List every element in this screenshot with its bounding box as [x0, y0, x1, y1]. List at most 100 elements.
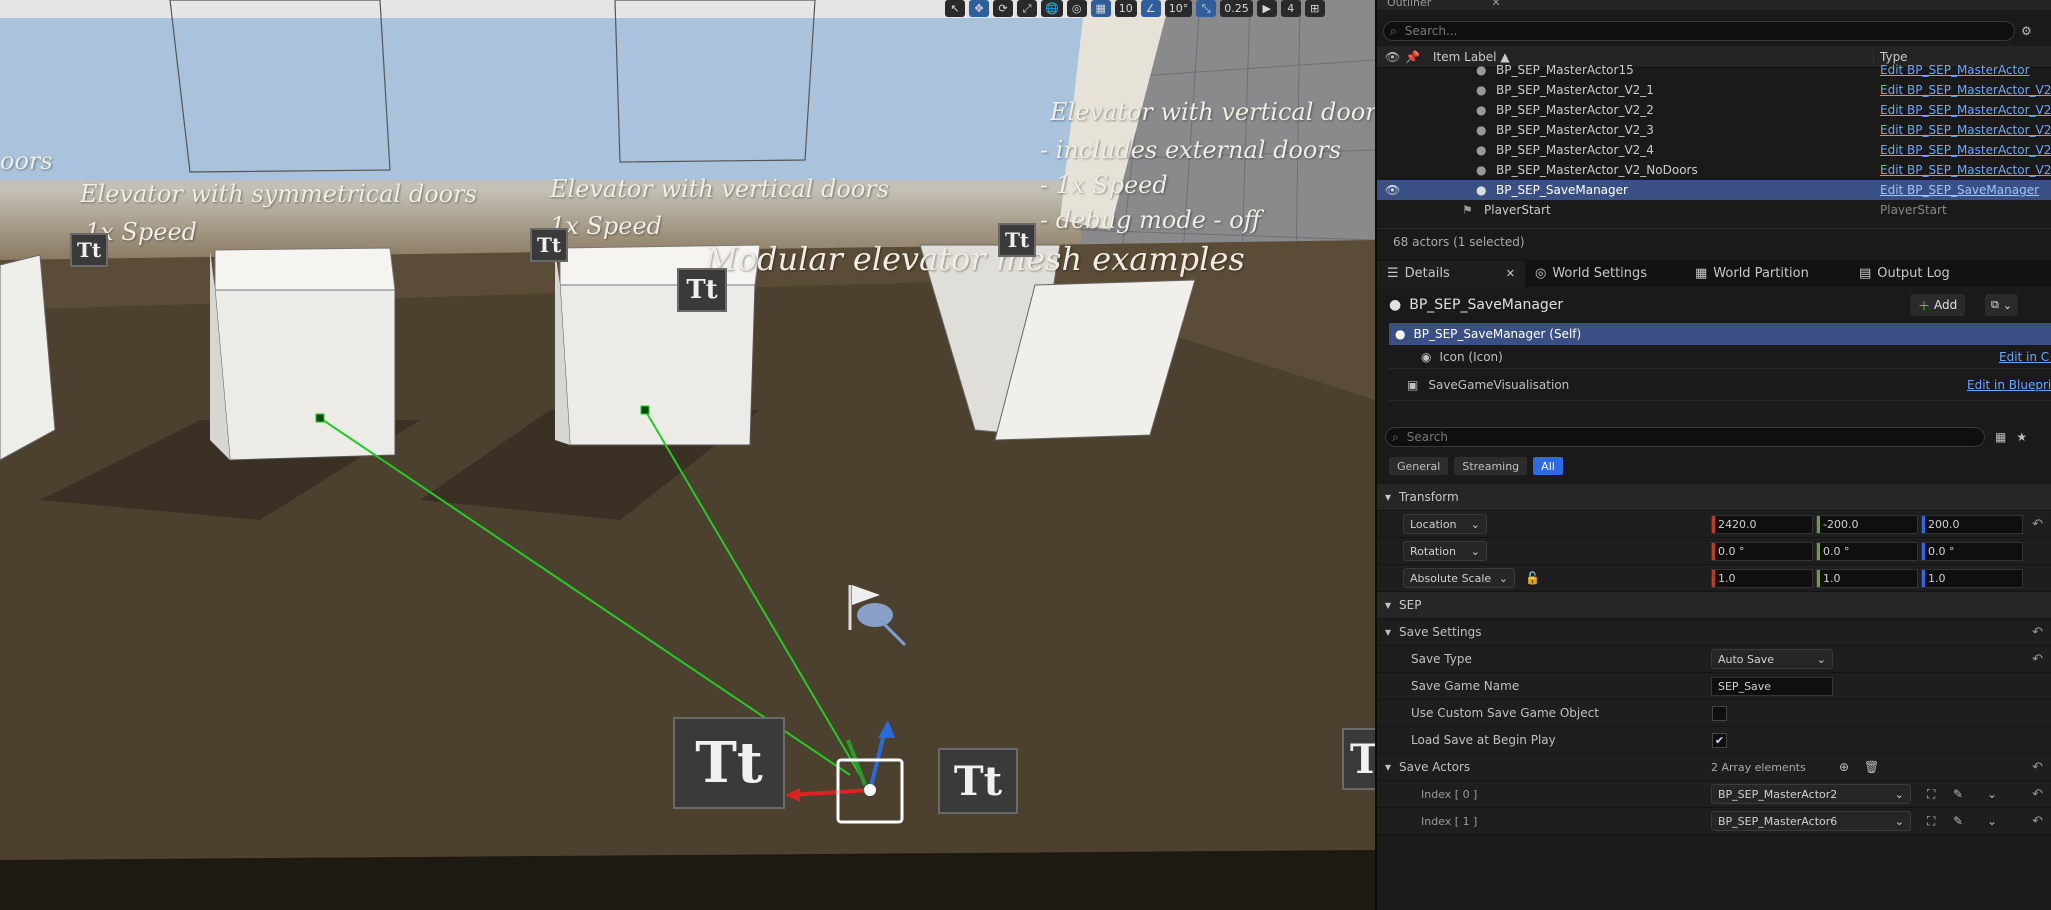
camera-speed-icon[interactable]: ▶ [1256, 0, 1277, 17]
outliner-row-type-link[interactable]: Edit BP_SEP_MasterActor_V2 [1880, 103, 2051, 117]
outliner-row[interactable]: ● BP_SEP_MasterActor15 Edit BP_SEP_Maste… [1377, 60, 2051, 80]
transform-section[interactable]: ▾ Transform [1377, 484, 2051, 511]
scale-dropdown[interactable]: Absolute Scale ⌄ [1403, 568, 1515, 588]
scale-x-field[interactable]: 1.0 [1711, 568, 1813, 588]
outliner-close-icon[interactable]: ✕ [1491, 0, 1500, 9]
outliner-search[interactable]: ⌕ Search... [1383, 21, 2015, 41]
save-actors-header[interactable]: ▾ Save Actors 2 Array elements ⊕ 🗑 ↶ [1377, 754, 2051, 781]
filter-streaming[interactable]: Streaming [1454, 457, 1528, 475]
text-render-icon-5[interactable]: Tt [673, 717, 785, 809]
outliner-row-type-link[interactable]: Edit BP_SEP_SaveManager [1880, 183, 2039, 197]
save-type-dropdown[interactable]: Auto Save ⌄ [1711, 649, 1833, 669]
rotation-z-field[interactable]: 0.0 ° [1921, 541, 2023, 561]
add-component-button[interactable]: ＋ Add [1910, 294, 1966, 316]
outliner-row-type-link[interactable]: Edit BP_SEP_MasterActor_V2 [1880, 123, 2051, 137]
save-actor-1-dropdown[interactable]: BP_SEP_MasterActor6 ⌄ [1711, 811, 1911, 831]
rotation-snap-toggle[interactable]: ∠ [1140, 0, 1161, 17]
outliner-row[interactable]: ● BP_SEP_MasterActor_V2_3 Edit BP_SEP_Ma… [1377, 120, 2051, 140]
rotation-dropdown[interactable]: Rotation ⌄ [1403, 541, 1487, 561]
browse-icon[interactable]: ⛶ [1927, 814, 1935, 829]
chevron-down-icon: ▾ [1385, 598, 1392, 612]
text-render-icon-7[interactable]: Tt [1342, 728, 1375, 790]
settings-gear-icon[interactable]: ⚙ [2021, 24, 2032, 38]
save-game-name-input[interactable]: SEP_Save [1711, 676, 1833, 696]
tab-world-settings[interactable]: ◎ World Settings [1525, 261, 1685, 287]
outliner-row[interactable]: ⚑ PlayerStart PlayerStart [1377, 200, 2051, 215]
rotation-snap-value[interactable]: 10° [1164, 0, 1193, 17]
outliner-row-type-link[interactable]: Edit BP_SEP_MasterActor_V2 [1880, 163, 2051, 177]
edit-in-cpp-link[interactable]: Edit in C++ [1999, 350, 2051, 364]
add-element-icon[interactable]: ⊕ [1839, 760, 1849, 774]
grid-snap-toggle[interactable]: ▦ [1090, 0, 1111, 17]
component-row-icon[interactable]: ◉ Icon (Icon) Edit in C++ [1389, 345, 2051, 369]
trash-icon[interactable]: 🗑 [1864, 760, 1879, 774]
chevron-down-icon: ⌄ [2002, 298, 2013, 312]
filter-general[interactable]: General [1389, 457, 1449, 475]
scale-snap-toggle[interactable]: ⤡ [1196, 0, 1217, 17]
scale-z-field[interactable]: 1.0 [1921, 568, 2023, 588]
custom-save-object-checkbox[interactable] [1712, 705, 1727, 721]
rotate-mode-button[interactable]: ⟳ [993, 0, 1013, 17]
location-dropdown[interactable]: Location ⌄ [1403, 514, 1487, 534]
text-render-icon-6[interactable]: Tt [938, 748, 1018, 814]
reset-icon[interactable]: ↶ [2032, 814, 2043, 829]
location-y-field[interactable]: -200.0 [1816, 514, 1918, 534]
text-render-icon-1[interactable]: Tt [70, 233, 108, 267]
save-actor-0-dropdown[interactable]: BP_SEP_MasterActor2 ⌄ [1711, 784, 1911, 804]
tab-details[interactable]: ☰ Details ✕ [1377, 260, 1525, 287]
tab-output-log[interactable]: ▤ Output Log [1849, 261, 1960, 287]
text-render-icon-3[interactable]: Tt [677, 268, 727, 312]
reset-icon[interactable]: ↶ [2032, 652, 2043, 667]
grid-snap-value[interactable]: 10 [1114, 0, 1137, 17]
close-icon[interactable]: ✕ [1506, 267, 1515, 280]
select-mode-button[interactable]: ↖ [945, 0, 965, 17]
reset-icon[interactable]: ↶ [2032, 625, 2043, 640]
outliner-row[interactable]: ● BP_SEP_MasterActor_V2_4 Edit BP_SEP_Ma… [1377, 140, 2051, 160]
camera-speed-value[interactable]: 4 [1280, 0, 1301, 17]
visibility-eye-icon[interactable]: 👁 [1377, 183, 1476, 197]
eyedropper-icon[interactable]: ✎ [1953, 787, 1963, 801]
sep-section[interactable]: ▾ SEP [1377, 592, 2051, 619]
scale-mode-button[interactable]: ⤢ [1017, 0, 1037, 17]
reset-icon[interactable]: ↶ [2032, 787, 2043, 802]
reset-icon[interactable]: ↶ [2032, 517, 2043, 532]
rotation-x-field[interactable]: 0.0 ° [1711, 541, 1813, 561]
chevron-down-icon[interactable]: ⌄ [1987, 787, 1997, 801]
star-icon[interactable]: ★ [2016, 430, 2027, 444]
outliner-row-selected[interactable]: 👁 ● BP_SEP_SaveManager Edit BP_SEP_SaveM… [1377, 180, 2051, 200]
level-viewport[interactable]: ↖ ✥ ⟳ ⤢ 🌐 ◎ ▦ 10 ∠ 10° ⤡ 0.25 ▶ 4 ⊞ oors… [0, 0, 1375, 910]
scale-snap-value[interactable]: 0.25 [1220, 0, 1253, 17]
eyedropper-icon[interactable]: ✎ [1953, 814, 1963, 828]
layout-icon[interactable]: ⊞ [1304, 0, 1325, 17]
outliner-row-type-link[interactable]: Edit BP_SEP_MasterActor_V2 [1880, 83, 2051, 97]
lock-icon[interactable]: 🔓 [1525, 571, 1540, 585]
chevron-down-icon[interactable]: ⌄ [1987, 814, 1997, 828]
location-x-field[interactable]: 2420.0 [1711, 514, 1813, 534]
text-render-icon-2[interactable]: Tt [530, 228, 568, 262]
load-save-checkbox[interactable]: ✔ [1712, 732, 1727, 748]
outliner-row-type-link[interactable]: Edit BP_SEP_MasterActor_V2 [1880, 143, 2051, 157]
table-view-icon[interactable]: ▦ [1995, 430, 2006, 444]
translate-mode-button[interactable]: ✥ [969, 0, 989, 17]
world-local-toggle[interactable]: 🌐 [1041, 0, 1063, 17]
outliner-row-type-link[interactable]: Edit BP_SEP_MasterActor [1880, 63, 2030, 77]
load-save-row: Load Save at Begin Play ✔ [1377, 727, 2051, 754]
component-row-self[interactable]: ● BP_SEP_SaveManager (Self) [1389, 323, 2051, 345]
component-row-savegame[interactable]: ▣ SaveGameVisualisation Edit in Blueprin… [1389, 369, 2051, 401]
surface-snap-button[interactable]: ◎ [1066, 0, 1087, 17]
outliner-row[interactable]: ● BP_SEP_MasterActor_V2_2 Edit BP_SEP_Ma… [1377, 100, 2051, 120]
location-z-field[interactable]: 200.0 [1921, 514, 2023, 534]
outliner-row[interactable]: ● BP_SEP_MasterActor_V2_NoDoors Edit BP_… [1377, 160, 2051, 180]
reset-icon[interactable]: ↶ [2032, 760, 2043, 775]
text-render-icon-4[interactable]: Tt [998, 223, 1036, 257]
edit-in-blueprint-link[interactable]: Edit in Blueprint [1967, 378, 2051, 392]
outliner-row[interactable]: ● BP_SEP_MasterActor_V2_1 Edit BP_SEP_Ma… [1377, 80, 2051, 100]
filter-all[interactable]: All [1533, 457, 1563, 475]
rotation-y-field[interactable]: 0.0 ° [1816, 541, 1918, 561]
blueprint-options-button[interactable]: ⧉ ⌄ [1985, 294, 2019, 316]
details-search[interactable]: ⌕ Search [1385, 427, 1985, 447]
browse-icon[interactable]: ⛶ [1927, 787, 1935, 802]
scale-y-field[interactable]: 1.0 [1816, 568, 1918, 588]
save-settings-header[interactable]: ▾ Save Settings ↶ [1377, 619, 2051, 646]
tab-world-partition[interactable]: ▦ World Partition [1685, 261, 1849, 287]
